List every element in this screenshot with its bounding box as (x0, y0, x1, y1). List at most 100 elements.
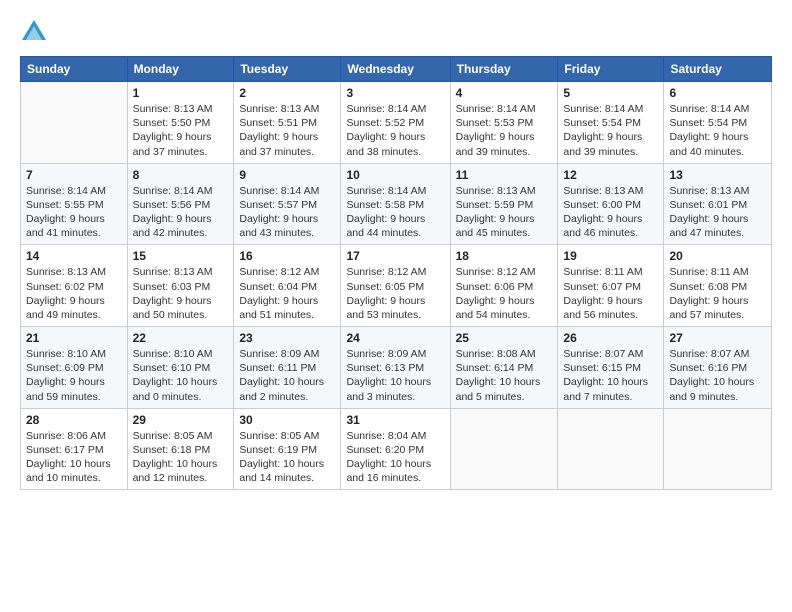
day-number: 2 (239, 86, 335, 100)
calendar-cell: 31 Sunrise: 8:04 AM Sunset: 6:20 PM Dayli… (341, 408, 450, 490)
day-number: 3 (346, 86, 444, 100)
day-info: Sunrise: 8:13 AM Sunset: 6:00 PM Dayligh… (563, 184, 658, 241)
calendar-cell: 4 Sunrise: 8:14 AM Sunset: 5:53 PM Daylig… (450, 82, 558, 164)
calendar-cell: 8Sunrise: 8:14 AM Sunset: 5:56 PM Daylig… (127, 163, 234, 245)
calendar-cell: 26Sunrise: 8:07 AM Sunset: 6:15 PM Dayli… (558, 327, 664, 409)
day-info: Sunrise: 8:14 AM Sunset: 5:55 PM Dayligh… (26, 184, 122, 241)
day-info: Sunrise: 8:12 AM Sunset: 6:06 PM Dayligh… (456, 265, 553, 322)
day-info: Sunrise: 8:14 AM Sunset: 5:53 PM Dayligh… (456, 102, 553, 159)
weekday-row: SundayMondayTuesdayWednesdayThursdayFrid… (21, 57, 772, 82)
calendar-body: 1 Sunrise: 8:13 AM Sunset: 5:50 PM Daylig… (21, 82, 772, 490)
calendar-week-row: 1 Sunrise: 8:13 AM Sunset: 5:50 PM Daylig… (21, 82, 772, 164)
day-info: Sunrise: 8:04 AM Sunset: 6:20 PM Dayligh… (346, 429, 444, 486)
day-info: Sunrise: 8:11 AM Sunset: 6:07 PM Dayligh… (563, 265, 658, 322)
calendar-cell: 28 Sunrise: 8:06 AM Sunset: 6:17 PM Dayli… (21, 408, 128, 490)
day-number: 17 (346, 249, 444, 263)
calendar-cell: 16 Sunrise: 8:12 AM Sunset: 6:04 PM Dayli… (234, 245, 341, 327)
day-info: Sunrise: 8:10 AM Sunset: 6:10 PM Dayligh… (133, 347, 229, 404)
day-number: 6 (669, 86, 766, 100)
day-info: Sunrise: 8:09 AM Sunset: 6:11 PM Dayligh… (239, 347, 335, 404)
weekday-header: Monday (127, 57, 234, 82)
day-info: Sunrise: 8:05 AM Sunset: 6:19 PM Dayligh… (239, 429, 335, 486)
day-info: Sunrise: 8:08 AM Sunset: 6:14 PM Dayligh… (456, 347, 553, 404)
weekday-header: Wednesday (341, 57, 450, 82)
calendar-cell: 15 Sunrise: 8:13 AM Sunset: 6:03 PM Dayli… (127, 245, 234, 327)
day-info: Sunrise: 8:13 AM Sunset: 6:01 PM Dayligh… (669, 184, 766, 241)
calendar-week-row: 14 Sunrise: 8:13 AM Sunset: 6:02 PM Dayli… (21, 245, 772, 327)
day-number: 8 (133, 168, 229, 182)
weekday-header: Friday (558, 57, 664, 82)
header (20, 18, 772, 46)
calendar-cell: 30 Sunrise: 8:05 AM Sunset: 6:19 PM Dayli… (234, 408, 341, 490)
calendar-cell: 22 Sunrise: 8:10 AM Sunset: 6:10 PM Dayli… (127, 327, 234, 409)
day-number: 31 (346, 413, 444, 427)
day-number: 28 (26, 413, 122, 427)
day-number: 23 (239, 331, 335, 345)
calendar-cell (450, 408, 558, 490)
calendar-cell: 23 Sunrise: 8:09 AM Sunset: 6:11 PM Dayli… (234, 327, 341, 409)
logo (20, 18, 52, 46)
calendar-cell: 1 Sunrise: 8:13 AM Sunset: 5:50 PM Daylig… (127, 82, 234, 164)
day-number: 10 (346, 168, 444, 182)
day-number: 22 (133, 331, 229, 345)
day-number: 9 (239, 168, 335, 182)
day-info: Sunrise: 8:12 AM Sunset: 6:05 PM Dayligh… (346, 265, 444, 322)
day-number: 20 (669, 249, 766, 263)
calendar-cell: 5 Sunrise: 8:14 AM Sunset: 5:54 PM Daylig… (558, 82, 664, 164)
weekday-header: Thursday (450, 57, 558, 82)
day-number: 18 (456, 249, 553, 263)
day-info: Sunrise: 8:13 AM Sunset: 5:59 PM Dayligh… (456, 184, 553, 241)
calendar-cell (21, 82, 128, 164)
weekday-header: Sunday (21, 57, 128, 82)
calendar-cell: 27 Sunrise: 8:07 AM Sunset: 6:16 PM Dayli… (664, 327, 772, 409)
weekday-header: Saturday (664, 57, 772, 82)
calendar-week-row: 7 Sunrise: 8:14 AM Sunset: 5:55 PM Daylig… (21, 163, 772, 245)
day-number: 15 (133, 249, 229, 263)
day-number: 11 (456, 168, 553, 182)
calendar-cell: 7 Sunrise: 8:14 AM Sunset: 5:55 PM Daylig… (21, 163, 128, 245)
calendar-cell: 18 Sunrise: 8:12 AM Sunset: 6:06 PM Dayli… (450, 245, 558, 327)
calendar-cell: 2 Sunrise: 8:13 AM Sunset: 5:51 PM Daylig… (234, 82, 341, 164)
day-number: 13 (669, 168, 766, 182)
day-info: Sunrise: 8:13 AM Sunset: 6:02 PM Dayligh… (26, 265, 122, 322)
day-info: Sunrise: 8:13 AM Sunset: 5:51 PM Dayligh… (239, 102, 335, 159)
day-info: Sunrise: 8:06 AM Sunset: 6:17 PM Dayligh… (26, 429, 122, 486)
day-number: 16 (239, 249, 335, 263)
calendar-cell: 24 Sunrise: 8:09 AM Sunset: 6:13 PM Dayli… (341, 327, 450, 409)
day-number: 19 (563, 249, 658, 263)
day-number: 5 (563, 86, 658, 100)
day-number: 24 (346, 331, 444, 345)
page: SundayMondayTuesdayWednesdayThursdayFrid… (0, 0, 792, 500)
day-info: Sunrise: 8:07 AM Sunset: 6:16 PM Dayligh… (669, 347, 766, 404)
calendar-week-row: 28 Sunrise: 8:06 AM Sunset: 6:17 PM Dayli… (21, 408, 772, 490)
day-number: 21 (26, 331, 122, 345)
calendar-cell (664, 408, 772, 490)
calendar-cell: 9 Sunrise: 8:14 AM Sunset: 5:57 PM Daylig… (234, 163, 341, 245)
day-number: 1 (133, 86, 229, 100)
day-number: 7 (26, 168, 122, 182)
weekday-header: Tuesday (234, 57, 341, 82)
day-info: Sunrise: 8:14 AM Sunset: 5:54 PM Dayligh… (669, 102, 766, 159)
calendar-cell (558, 408, 664, 490)
day-info: Sunrise: 8:09 AM Sunset: 6:13 PM Dayligh… (346, 347, 444, 404)
calendar-week-row: 21 Sunrise: 8:10 AM Sunset: 6:09 PM Dayli… (21, 327, 772, 409)
day-info: Sunrise: 8:10 AM Sunset: 6:09 PM Dayligh… (26, 347, 122, 404)
day-number: 27 (669, 331, 766, 345)
day-info: Sunrise: 8:13 AM Sunset: 5:50 PM Dayligh… (133, 102, 229, 159)
calendar-cell: 17 Sunrise: 8:12 AM Sunset: 6:05 PM Dayli… (341, 245, 450, 327)
day-info: Sunrise: 8:14 AM Sunset: 5:54 PM Dayligh… (563, 102, 658, 159)
day-info: Sunrise: 8:12 AM Sunset: 6:04 PM Dayligh… (239, 265, 335, 322)
day-info: Sunrise: 8:14 AM Sunset: 5:52 PM Dayligh… (346, 102, 444, 159)
day-info: Sunrise: 8:11 AM Sunset: 6:08 PM Dayligh… (669, 265, 766, 322)
day-number: 14 (26, 249, 122, 263)
day-info: Sunrise: 8:07 AM Sunset: 6:15 PM Dayligh… (563, 347, 658, 404)
calendar-cell: 21 Sunrise: 8:10 AM Sunset: 6:09 PM Dayli… (21, 327, 128, 409)
day-info: Sunrise: 8:14 AM Sunset: 5:57 PM Dayligh… (239, 184, 335, 241)
day-number: 4 (456, 86, 553, 100)
day-info: Sunrise: 8:13 AM Sunset: 6:03 PM Dayligh… (133, 265, 229, 322)
day-number: 30 (239, 413, 335, 427)
calendar-cell: 10Sunrise: 8:14 AM Sunset: 5:58 PM Dayli… (341, 163, 450, 245)
calendar-cell: 14 Sunrise: 8:13 AM Sunset: 6:02 PM Dayli… (21, 245, 128, 327)
day-number: 29 (133, 413, 229, 427)
calendar-cell: 13 Sunrise: 8:13 AM Sunset: 6:01 PM Dayli… (664, 163, 772, 245)
